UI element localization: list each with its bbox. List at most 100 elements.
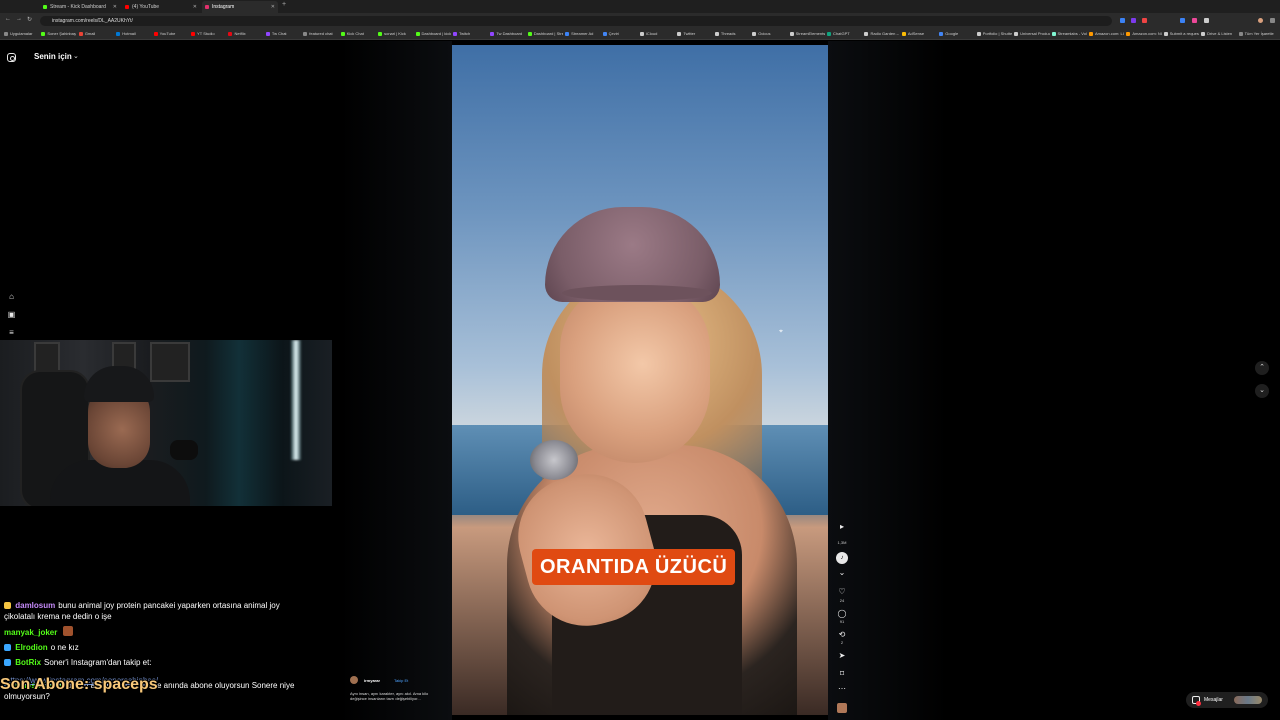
bookmark-item[interactable]: ChatGPT xyxy=(827,30,862,38)
bookmark-item[interactable]: Radio Garden – Kit... xyxy=(864,30,900,38)
bookmark-item[interactable]: AdSense xyxy=(901,30,937,38)
kick-icon xyxy=(43,5,47,9)
bookmark-item[interactable]: YouTube xyxy=(153,30,189,38)
tab-label: Stream - Kick Dashboard xyxy=(50,4,106,10)
bookmark-item[interactable]: Streamer Ad xyxy=(565,30,600,38)
author-avatar[interactable] xyxy=(350,676,358,684)
bookmark-item[interactable]: Çeviri xyxy=(602,30,638,38)
bookmark-item[interactable]: Twitch xyxy=(452,30,488,38)
bookmark-label: Drive & Listen xyxy=(1207,31,1233,36)
bookmark-favicon-icon xyxy=(153,31,158,36)
reload-icon[interactable]: ↻ xyxy=(27,16,32,23)
author-name[interactable]: irmyarar xyxy=(364,678,380,683)
bookmark-item[interactable]: Dashboard | Strea... xyxy=(527,30,563,38)
bookmark-label: Radio Garden – Kit... xyxy=(870,31,899,36)
bookmark-label: YT Studio xyxy=(197,31,215,36)
messages-button[interactable]: Mesajlar xyxy=(1186,692,1268,708)
play-icon[interactable]: ▸ xyxy=(834,522,850,531)
next-reel-button[interactable]: ⌄ xyxy=(1255,384,1269,398)
audio-icon[interactable]: ♪ xyxy=(836,552,848,564)
close-icon[interactable]: ✕ xyxy=(193,1,197,13)
close-icon[interactable]: ✕ xyxy=(113,1,117,13)
feed-title[interactable]: Senin için xyxy=(34,52,72,61)
bookmark-item[interactable]: Universal Producti... xyxy=(1014,30,1050,38)
bookmark-icon[interactable]: ⌑ xyxy=(834,669,850,678)
reel-video[interactable]: ORANTIDA ÜZÜCÜ xyxy=(452,45,828,715)
bookmark-item[interactable]: Streamlabs - Volu... xyxy=(1051,30,1087,38)
tab-instagram[interactable]: Instagram ✕ xyxy=(202,1,278,13)
more-icon[interactable]: ⋯ xyxy=(834,684,850,693)
bookmark-item[interactable]: Submit a request... xyxy=(1163,30,1199,38)
reels-icon[interactable]: ▣ xyxy=(7,310,16,319)
instagram-logo-icon[interactable] xyxy=(7,53,16,62)
menu-lines-icon[interactable]: ≡ xyxy=(7,328,16,337)
address-bar[interactable]: instagram.com/reels/DL_AA2UKhYt/ xyxy=(40,16,1112,26)
bookmark-item[interactable]: Ocicus xyxy=(752,30,787,38)
bookmark-item[interactable]: Hotmail xyxy=(116,30,151,38)
bookmark-label: Universal Producti... xyxy=(1020,31,1049,36)
heart-icon[interactable]: ♡ xyxy=(834,587,850,596)
bookmark-favicon-icon xyxy=(864,31,869,36)
bookmark-item[interactable]: StreamElements xyxy=(789,30,825,38)
chevron-down-icon[interactable]: ⌄ xyxy=(834,568,850,577)
browser-chrome: Stream - Kick Dashboard ✕ (4) YouTube ✕ … xyxy=(0,0,1280,40)
tab-youtube[interactable]: (4) YouTube ✕ xyxy=(122,1,200,13)
extension-icon[interactable] xyxy=(1192,18,1197,23)
bookmark-label: AdSense xyxy=(907,31,925,36)
bookmark-item[interactable]: Kick Chat xyxy=(340,30,376,38)
previous-reel-button[interactable]: ⌃ xyxy=(1255,361,1269,375)
audio-thumbnail[interactable] xyxy=(837,703,847,713)
bookmark-item[interactable]: Amazon.com: LG8... xyxy=(1088,30,1124,38)
bookmark-item[interactable]: Twitter xyxy=(677,30,712,38)
comment-count: 91 xyxy=(839,619,845,624)
bookmark-item[interactable]: Netflix xyxy=(228,30,263,38)
bookmark-item[interactable]: Dashboard | kick xyxy=(415,30,451,38)
bookmark-label: Amazon.com: LG8... xyxy=(1094,31,1124,36)
home-icon[interactable]: ⌂ xyxy=(7,292,16,301)
extension-icon[interactable] xyxy=(1180,18,1185,23)
comment-icon[interactable]: ◯ xyxy=(834,609,850,618)
bookmark-item[interactable]: Tüm Yer İşaretleri xyxy=(1238,30,1274,38)
bookmark-favicon-icon xyxy=(565,31,570,36)
view-count: 1,3M xyxy=(837,540,847,545)
like-count: 24 xyxy=(839,598,845,603)
extension-icon[interactable] xyxy=(1131,18,1136,23)
bookmark-item[interactable]: Threads xyxy=(714,30,750,38)
extension-icon[interactable] xyxy=(1142,18,1147,23)
bookmark-item[interactable]: iCloud xyxy=(640,30,675,38)
tab-bar: Stream - Kick Dashboard ✕ (4) YouTube ✕ … xyxy=(0,0,1280,13)
bookmark-item[interactable]: Portfolio | Shutters... xyxy=(976,30,1012,38)
repost-icon[interactable]: ⟲ xyxy=(834,630,850,639)
chevron-down-icon[interactable]: ⌄ xyxy=(73,52,79,60)
bookmark-favicon-icon xyxy=(303,31,308,36)
extension-icon[interactable] xyxy=(1120,18,1125,23)
forward-icon[interactable]: → xyxy=(16,16,22,22)
follow-button[interactable]: Takip Et xyxy=(394,678,408,683)
bookmark-item[interactable]: Amazon.com: NCV... xyxy=(1126,30,1162,38)
bookmark-item[interactable]: YT Studio xyxy=(191,30,226,38)
bookmark-item[interactable]: Drive & Listen xyxy=(1201,30,1236,38)
chat-message: BotRix Soner'i Instagram'dan takip et: xyxy=(4,657,304,668)
bookmark-item[interactable]: Tw Dashboard xyxy=(490,30,525,38)
bookmark-item[interactable]: Google xyxy=(939,30,974,38)
last-subscriber-overlay: Son Abone: spaceps xyxy=(0,676,158,693)
bookmark-item[interactable]: sonari | Kick xyxy=(378,30,413,38)
bookmark-item[interactable]: Soner Şahinbaş xyxy=(41,30,76,38)
bookmark-item[interactable]: Gmail xyxy=(78,30,114,38)
bookmark-item[interactable]: featured chat xyxy=(303,30,338,38)
bookmark-item[interactable]: Uygulamalar xyxy=(4,30,39,38)
back-icon[interactable]: ← xyxy=(5,16,11,22)
new-tab-button[interactable]: + xyxy=(282,1,286,8)
bookmark-favicon-icon xyxy=(378,31,383,36)
menu-icon[interactable] xyxy=(1270,18,1275,23)
extension-icon[interactable] xyxy=(1204,18,1209,23)
bookmark-item[interactable]: Tw Chat xyxy=(265,30,301,38)
profile-avatar[interactable] xyxy=(1258,18,1263,23)
tab-kick[interactable]: Stream - Kick Dashboard ✕ xyxy=(40,1,120,13)
bookmark-label: Twitch xyxy=(458,31,471,36)
bookmark-favicon-icon xyxy=(714,31,719,36)
video-caption: ORANTIDA ÜZÜCÜ xyxy=(532,549,736,585)
close-icon[interactable]: ✕ xyxy=(271,1,275,13)
send-icon[interactable]: ➤ xyxy=(834,651,850,660)
wall-frame xyxy=(150,342,190,382)
